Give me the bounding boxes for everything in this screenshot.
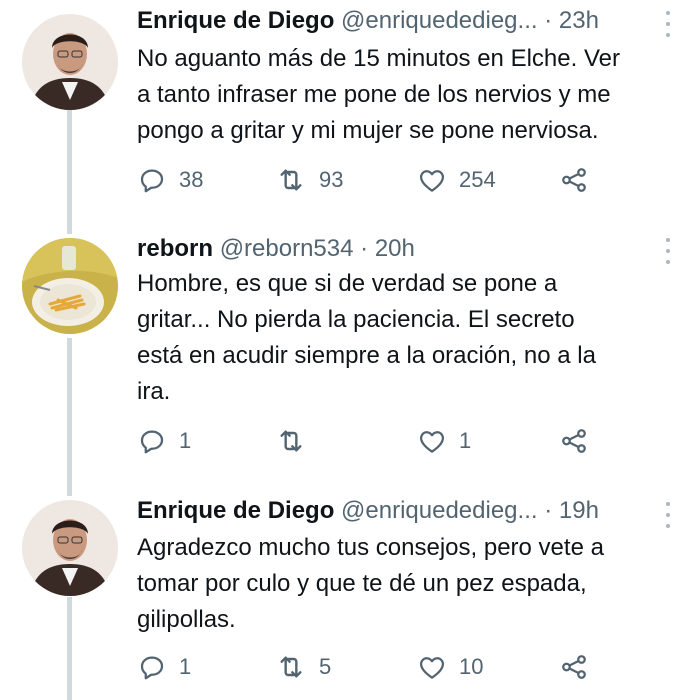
retweet-button[interactable] xyxy=(275,423,319,459)
tweet-line: Agradezco mucho tus consejos, pero vete … xyxy=(137,534,604,561)
avatar[interactable] xyxy=(22,500,118,596)
more-icon[interactable] xyxy=(664,238,672,264)
tweet-actions: 1 5 10 xyxy=(137,649,607,685)
like-count: 10 xyxy=(459,654,484,679)
like-count: 254 xyxy=(459,167,496,192)
avatar[interactable] xyxy=(22,14,118,110)
tweet[interactable]: Enrique de Diego @enriquededieg... · 23h… xyxy=(0,0,700,225)
like-button[interactable]: 10 xyxy=(417,649,483,685)
retweet-icon xyxy=(275,164,307,196)
heart-icon xyxy=(417,426,447,456)
retweet-count: 93 xyxy=(319,167,344,192)
like-count: 1 xyxy=(459,428,472,453)
reply-icon xyxy=(137,652,167,682)
separator-dot: · xyxy=(544,497,553,524)
tweet-line: No aguanto más de 15 minutos en Elche. V… xyxy=(137,45,620,72)
reply-button[interactable]: 38 xyxy=(137,162,203,198)
tweet[interactable]: reborn @reborn534 · 20h Hombre, es que s… xyxy=(0,228,700,488)
tweet-line: a tanto infraser me pone de los nervios … xyxy=(137,81,611,108)
reply-button[interactable]: 1 xyxy=(137,423,191,459)
separator-dot: · xyxy=(544,7,553,34)
tweet-header: Enrique de Diego @enriquededieg... · 23h xyxy=(137,6,670,36)
tweet-line: tomar por culo y que te dé un pez espada… xyxy=(137,570,587,597)
retweet-icon xyxy=(275,651,307,683)
tweet-line: Hombre, es que si de verdad se pone a xyxy=(137,270,558,297)
retweet-count: 5 xyxy=(319,654,332,679)
share-icon xyxy=(559,652,589,682)
author-handle[interactable]: @reborn534 xyxy=(220,235,354,262)
author-handle[interactable]: @enriquededieg... xyxy=(341,497,538,524)
heart-icon xyxy=(417,652,447,682)
reply-count: 1 xyxy=(179,654,192,679)
tweet[interactable]: Enrique de Diego @enriquededieg... · 19h… xyxy=(0,490,700,700)
tweet-actions: 1 1 xyxy=(137,423,607,459)
timestamp[interactable]: 23h xyxy=(559,7,599,34)
tweet-header: reborn @reborn534 · 20h xyxy=(137,234,670,264)
share-button[interactable] xyxy=(559,162,589,198)
reply-icon xyxy=(137,426,167,456)
reply-count: 1 xyxy=(179,428,192,453)
tweet-actions: 38 93 254 xyxy=(137,162,607,198)
author-name[interactable]: reborn xyxy=(137,235,213,262)
reply-icon xyxy=(137,165,167,195)
more-icon[interactable] xyxy=(664,11,672,37)
tweet-line: gilipollas. xyxy=(137,606,236,633)
timestamp[interactable]: 20h xyxy=(375,235,415,262)
like-button[interactable]: 254 xyxy=(417,162,496,198)
tweet-text: Hombre, es que si de verdad se pone a gr… xyxy=(137,266,670,410)
tweet-text: No aguanto más de 15 minutos en Elche. V… xyxy=(137,41,670,149)
avatar[interactable] xyxy=(22,238,118,334)
reply-count: 38 xyxy=(179,167,204,192)
timestamp[interactable]: 19h xyxy=(559,497,599,524)
tweet-line: pongo a gritar y mi mujer se pone nervio… xyxy=(137,117,599,144)
retweet-button[interactable]: 93 xyxy=(275,162,343,198)
tweet-text: Agradezco mucho tus consejos, pero vete … xyxy=(137,530,670,638)
separator-dot: · xyxy=(360,235,369,262)
share-button[interactable] xyxy=(559,423,589,459)
retweet-icon xyxy=(275,425,307,457)
retweet-button[interactable]: 5 xyxy=(275,649,331,685)
tweet-line: está en acudir siempre a la oración, no … xyxy=(137,342,596,369)
reply-button[interactable]: 1 xyxy=(137,649,191,685)
more-icon[interactable] xyxy=(664,502,672,528)
tweet-line: gritar... No pierda la paciencia. El sec… xyxy=(137,306,575,333)
tweet-header: Enrique de Diego @enriquededieg... · 19h xyxy=(137,496,670,526)
tweet-line: ira. xyxy=(137,378,171,405)
heart-icon xyxy=(417,165,447,195)
author-handle[interactable]: @enriquededieg... xyxy=(341,7,538,34)
share-icon xyxy=(559,426,589,456)
author-name[interactable]: Enrique de Diego xyxy=(137,7,334,34)
like-button[interactable]: 1 xyxy=(417,423,471,459)
author-name[interactable]: Enrique de Diego xyxy=(137,497,334,524)
share-button[interactable] xyxy=(559,649,589,685)
share-icon xyxy=(559,165,589,195)
